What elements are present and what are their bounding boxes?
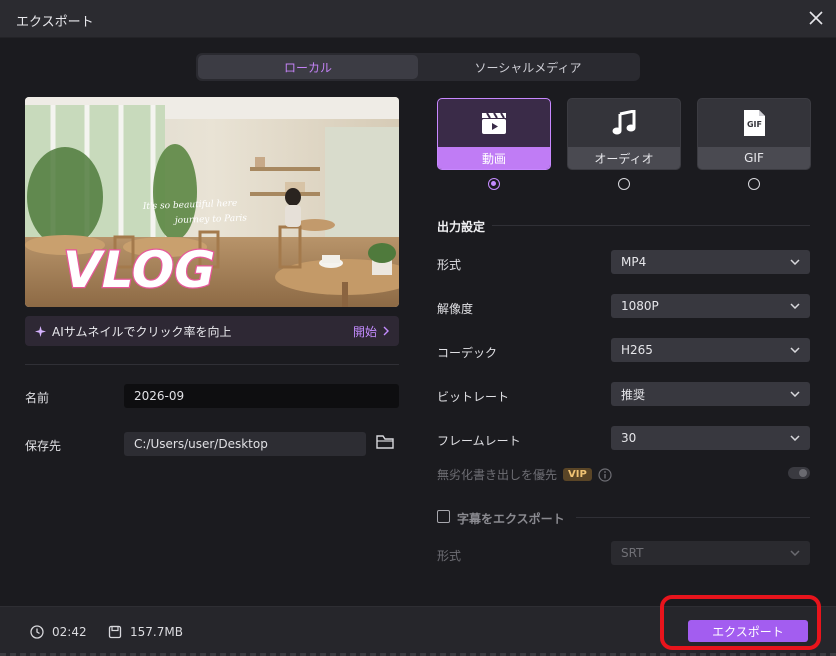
format-card-audio[interactable]: オーディオ — [567, 98, 681, 170]
format-label: 形式 — [437, 258, 462, 272]
clock-icon — [30, 625, 44, 639]
codec-label: コーデック — [437, 346, 498, 360]
format-card-video-label: 動画 — [438, 147, 550, 169]
bitrate-select[interactable]: 推奨 — [611, 382, 810, 406]
close-button[interactable] — [804, 6, 828, 30]
radio-audio[interactable] — [618, 178, 630, 190]
lossless-export-row: 無劣化書き出しを優先 VIP — [437, 466, 612, 483]
overlay-vlog-title: VLOG — [63, 241, 215, 299]
format-value: MP4 — [621, 255, 647, 269]
export-button[interactable]: エクスポート — [688, 620, 808, 642]
file-name-input[interactable]: 2026-09 — [124, 384, 399, 408]
divider — [492, 225, 810, 226]
tab-social-media[interactable]: ソーシャルメディア — [418, 55, 638, 79]
bitrate-label: ビットレート — [437, 390, 510, 404]
vip-badge: VIP — [563, 468, 592, 481]
ai-banner-start-link[interactable]: 開始 — [353, 323, 389, 340]
lossless-export-toggle[interactable] — [788, 467, 810, 479]
browse-folder-button[interactable] — [376, 434, 398, 454]
music-note-icon — [612, 110, 636, 135]
chevron-down-icon — [790, 550, 800, 556]
export-subtitles-checkbox[interactable] — [437, 510, 450, 523]
radio-video[interactable] — [488, 178, 500, 190]
close-icon — [809, 11, 823, 25]
subtitle-format-value: SRT — [621, 546, 644, 560]
ai-thumbnail-banner[interactable]: AIサムネイルでクリック率を向上 開始 — [25, 316, 399, 346]
resolution-select[interactable]: 1080P — [611, 294, 810, 318]
cafe-scene-image: It's so beautiful here journey to Paris … — [25, 97, 399, 307]
sparkle-icon — [35, 325, 46, 337]
chevron-down-icon — [790, 347, 800, 353]
name-label: 名前 — [25, 391, 50, 405]
gif-file-icon: GIF — [744, 110, 765, 136]
codec-value: H265 — [621, 343, 653, 357]
ai-banner-start-label: 開始 — [352, 324, 377, 339]
frame-rate-value: 30 — [621, 431, 637, 445]
save-location-label: 保存先 — [25, 439, 62, 453]
title-bar: エクスポート — [0, 0, 836, 38]
chevron-right-icon — [383, 326, 389, 336]
subtitle-format-select[interactable]: SRT — [611, 541, 810, 565]
resolution-label: 解像度 — [437, 302, 474, 316]
file-size-info: 157.7MB — [108, 625, 183, 639]
info-icon[interactable] — [598, 467, 612, 482]
resolution-value: 1080P — [621, 299, 659, 313]
tab-local[interactable]: ローカル — [198, 55, 418, 79]
export-target-tabs: ローカル ソーシャルメディア — [196, 53, 640, 81]
lossless-export-label: 無劣化書き出しを優先 — [437, 468, 558, 482]
format-card-video[interactable]: 動画 — [437, 98, 551, 170]
duration-value: 02:42 — [52, 625, 87, 639]
bitrate-value: 推奨 — [621, 387, 646, 402]
save-disk-icon — [108, 625, 122, 639]
chevron-down-icon — [790, 259, 800, 265]
save-path-input[interactable]: C:/Users/user/Desktop — [124, 432, 366, 456]
subtitle-format-label: 形式 — [437, 549, 462, 563]
ai-banner-label: AIサムネイルでクリック率を向上 — [52, 324, 232, 339]
radio-gif[interactable] — [748, 178, 760, 190]
format-card-audio-label: オーディオ — [568, 147, 680, 169]
video-clapper-icon — [482, 112, 506, 134]
chevron-down-icon — [790, 303, 800, 309]
format-select[interactable]: MP4 — [611, 250, 810, 274]
file-size-value: 157.7MB — [130, 625, 183, 639]
divider — [25, 364, 399, 365]
divider — [576, 517, 810, 518]
output-settings-title: 出力設定 — [437, 220, 486, 234]
folder-icon — [376, 435, 394, 449]
format-card-gif[interactable]: GIF GIF — [697, 98, 811, 170]
export-subtitles-label: 字幕をエクスポート — [457, 512, 565, 526]
chevron-down-icon — [790, 391, 800, 397]
window-title: エクスポート — [16, 15, 94, 30]
chevron-down-icon — [790, 435, 800, 441]
frame-rate-label: フレームレート — [437, 434, 521, 448]
codec-select[interactable]: H265 — [611, 338, 810, 362]
format-card-gif-label: GIF — [698, 147, 810, 169]
frame-rate-select[interactable]: 30 — [611, 426, 810, 450]
gif-icon-text: GIF — [747, 120, 762, 129]
duration-info: 02:42 — [30, 625, 87, 639]
video-thumbnail: It's so beautiful here journey to Paris … — [25, 97, 399, 307]
